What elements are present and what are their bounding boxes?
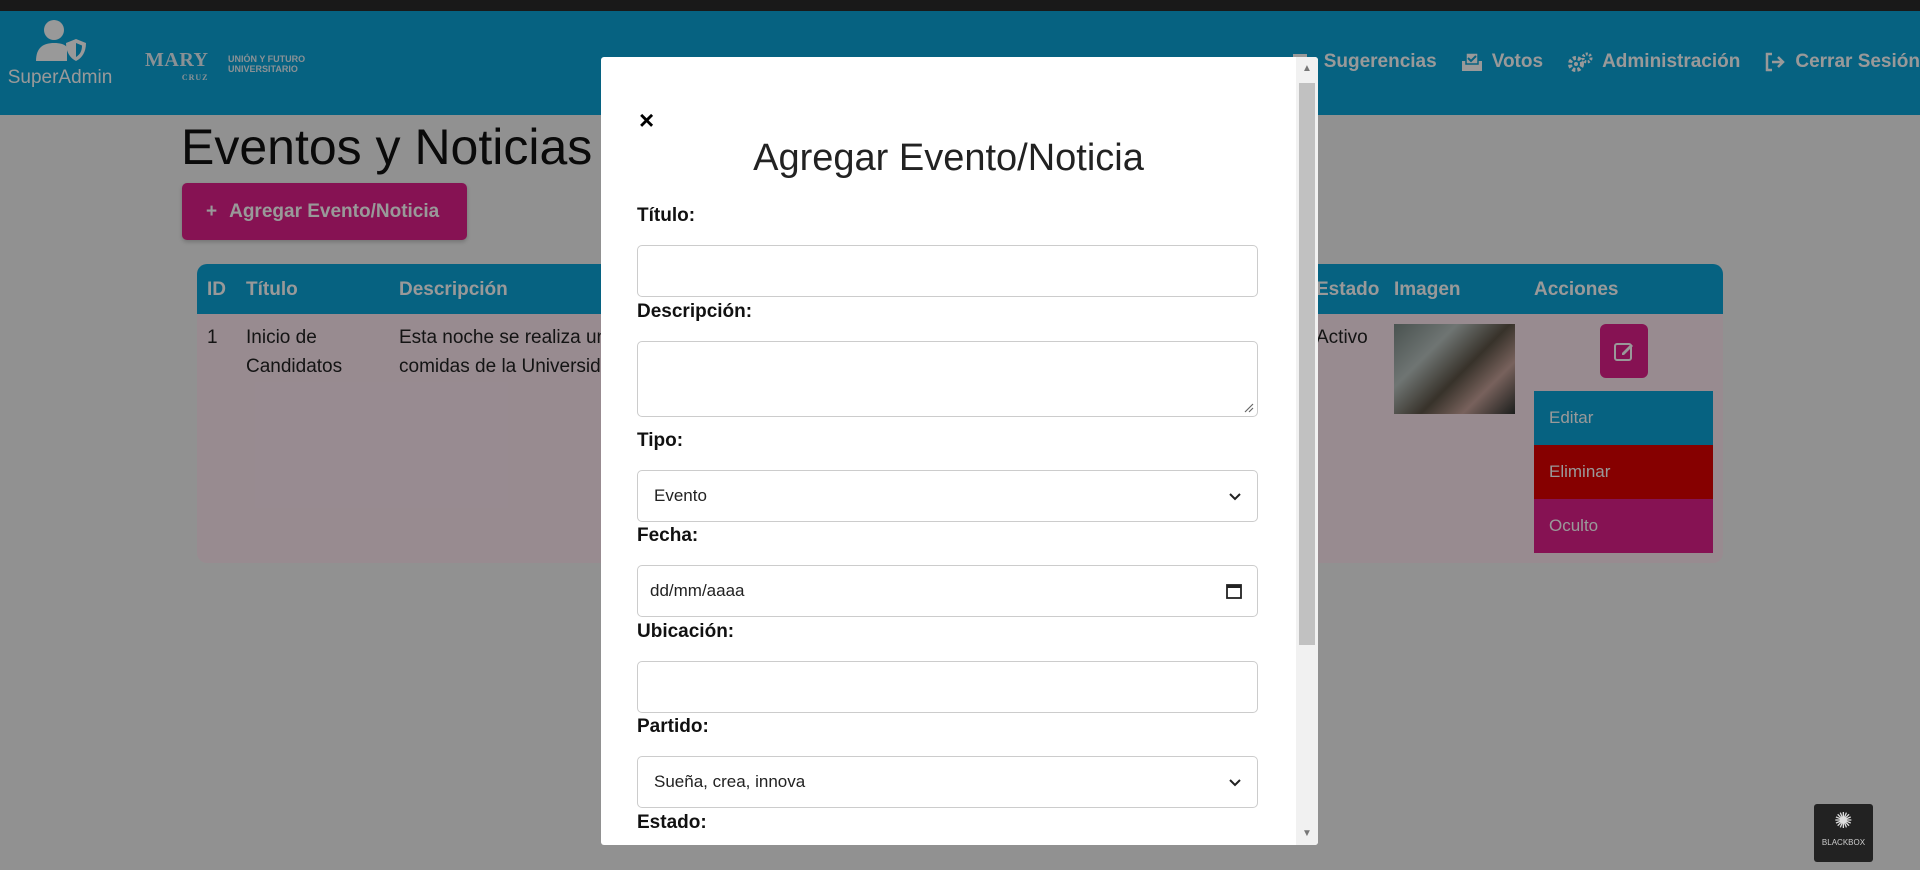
tipo-label: Tipo:: [637, 430, 684, 451]
partido-selected-value: Sueña, crea, innova: [654, 772, 806, 791]
fecha-placeholder: dd/mm/aaaa: [650, 581, 745, 600]
tipo-selected-value: Evento: [654, 486, 707, 505]
resize-handle-icon[interactable]: [1242, 401, 1254, 413]
blackbox-watermark[interactable]: ✺ BLACKBOX: [1814, 804, 1873, 862]
titulo-input[interactable]: [637, 245, 1258, 297]
modal-scrollbar[interactable]: ▲ ▼: [1296, 57, 1318, 845]
scrollbar-thumb[interactable]: [1299, 83, 1315, 645]
scroll-down-arrow-icon[interactable]: ▼: [1302, 828, 1312, 839]
chevron-down-icon: [1229, 779, 1241, 787]
titulo-label: Título:: [637, 205, 696, 226]
ubicacion-input[interactable]: [637, 661, 1258, 713]
partido-select[interactable]: Sueña, crea, innova: [637, 756, 1258, 808]
ubicacion-label: Ubicación:: [637, 621, 735, 642]
descripcion-label: Descripción:: [637, 301, 753, 322]
close-icon[interactable]: ×: [639, 105, 654, 136]
chevron-down-icon: [1229, 493, 1241, 501]
scroll-up-arrow-icon[interactable]: ▲: [1302, 63, 1312, 74]
calendar-icon[interactable]: [1225, 582, 1243, 600]
partido-label: Partido:: [637, 716, 709, 737]
descripcion-textarea[interactable]: [637, 341, 1258, 417]
fecha-label: Fecha:: [637, 525, 699, 546]
estado-label: Estado:: [637, 812, 707, 833]
fecha-input[interactable]: dd/mm/aaaa: [637, 565, 1258, 617]
tipo-select[interactable]: Evento: [637, 470, 1258, 522]
add-event-modal: × Agregar Evento/Noticia Título: Descrip…: [601, 57, 1318, 845]
watermark-label: BLACKBOX: [1821, 838, 1866, 847]
blackbox-logo-icon: ✺: [1834, 808, 1853, 833]
modal-title: Agregar Evento/Noticia: [753, 137, 1144, 179]
